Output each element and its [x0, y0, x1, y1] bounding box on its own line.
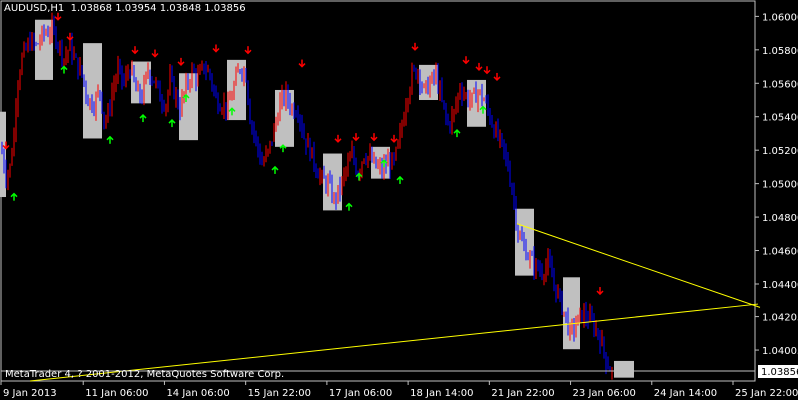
price-tick-label: 1.05000	[762, 180, 798, 191]
sell-signal-arrow-icon	[352, 133, 360, 142]
trendline-layer[interactable]	[29, 223, 761, 382]
sell-signal-arrow-icon	[131, 46, 139, 55]
buy-signal-arrow-icon	[396, 175, 404, 184]
sell-signal-arrow-icon	[411, 42, 419, 51]
sell-signal-arrow-icon	[483, 66, 491, 75]
buy-signal-arrow-icon	[355, 172, 363, 181]
buy-signal-arrow-icon	[345, 202, 353, 211]
buy-signal-arrow-icon	[106, 135, 114, 144]
current-price-label: 1.03856	[761, 367, 798, 378]
symbol-timeframe: AUDUSD,H1	[4, 3, 65, 14]
time-tick-label: 17 Jan 06:00	[329, 388, 392, 399]
price-tick-label: 1.06000	[762, 12, 798, 23]
signal-box-layer	[0, 19, 634, 378]
sell-signal-arrow-icon	[151, 49, 159, 58]
copyright-text: MetaTrader 4, ? 2001-2012, MetaQuotes So…	[5, 369, 285, 380]
time-tick-label: 15 Jan 22:00	[248, 388, 311, 399]
time-tick-label: 9 Jan 2013	[3, 388, 57, 399]
price-tick-label: 1.04800	[762, 213, 798, 224]
buy-signal-arrow-icon	[10, 192, 18, 201]
buy-signal-arrow-icon	[453, 129, 461, 138]
buy-signal-arrow-icon	[271, 165, 279, 174]
sell-signal-arrow-icon	[462, 56, 470, 65]
time-axis[interactable]: 9 Jan 2013 11 Jan 06:00 14 Jan 06:00 15 Jan…	[0, 381, 798, 399]
ohlc-readout: 1.03868 1.03954 1.03848 1.03856	[70, 3, 246, 14]
sell-signal-arrow-icon	[298, 59, 306, 68]
time-tick-label: 24 Jan 14:00	[654, 388, 717, 399]
sell-signal-arrow-icon	[212, 44, 220, 53]
sell-signal-arrow-icon	[177, 57, 185, 66]
sell-signal-arrow-icon	[370, 133, 378, 142]
price-tick-label: 1.04400	[762, 280, 798, 291]
signal-box	[614, 360, 634, 378]
chart-canvas[interactable]: 1.06000 1.05800 1.05600 1.05400 1.05200 1.050…	[0, 0, 798, 400]
plot-frame	[0, 0, 756, 382]
price-tick-label: 1.04600	[762, 247, 798, 258]
sell-signal-arrow-icon	[475, 62, 483, 71]
signal-box	[0, 111, 6, 198]
trendline[interactable]	[516, 223, 761, 308]
buy-signal-arrow-icon	[139, 114, 147, 123]
buy-signal-arrow-icon	[168, 119, 176, 128]
price-tick-label: 1.04205	[762, 313, 798, 324]
price-tick-label: 1.05400	[762, 113, 798, 124]
time-tick-label: 23 Jan 06:00	[573, 388, 636, 399]
sell-signal-arrow-icon	[334, 134, 342, 143]
time-tick-label: 25 Jan 22:00	[735, 388, 798, 399]
chart-header: AUDUSD,H1 1.03868 1.03954 1.03848 1.0385…	[4, 3, 246, 14]
time-tick-label: 14 Jan 06:00	[166, 388, 229, 399]
price-tick-label: 1.05800	[762, 46, 798, 57]
price-tick-label: 1.05600	[762, 79, 798, 90]
sell-signal-arrow-icon	[493, 72, 501, 81]
price-tick-label: 1.05200	[762, 146, 798, 157]
buy-signal-arrow-icon	[279, 144, 287, 153]
price-tick-label: 1.04005	[762, 346, 798, 357]
time-tick-label: 21 Jan 22:00	[491, 388, 554, 399]
sell-signal-arrow-icon	[390, 134, 398, 143]
sell-signal-arrow-icon	[596, 287, 604, 296]
time-tick-label: 11 Jan 06:00	[85, 388, 148, 399]
sell-signal-arrow-icon	[244, 46, 252, 55]
price-axis[interactable]: 1.06000 1.05800 1.05600 1.05400 1.05200 1.050…	[755, 12, 798, 357]
time-tick-label: 18 Jan 14:00	[410, 388, 473, 399]
buy-signal-arrow-icon	[60, 65, 68, 74]
